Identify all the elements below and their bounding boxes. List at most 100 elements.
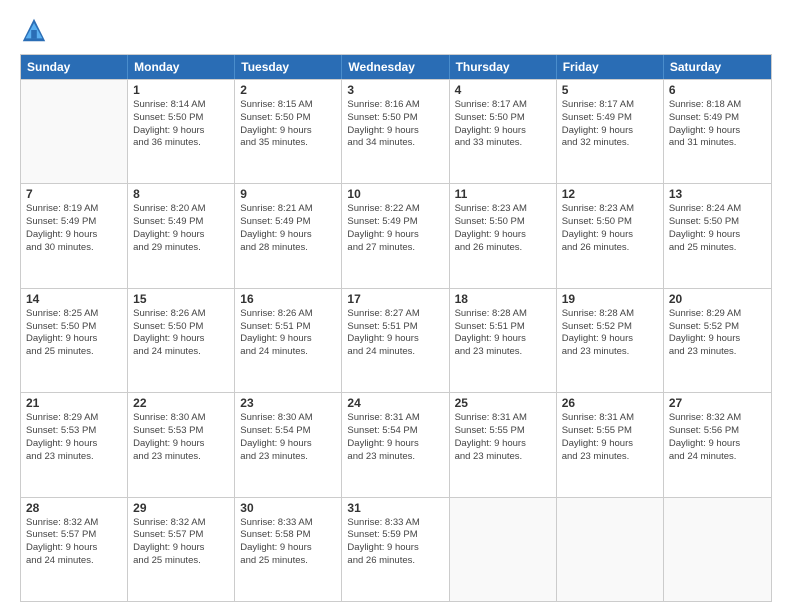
- day-info: Sunrise: 8:31 AMSunset: 5:55 PMDaylight:…: [455, 412, 551, 463]
- cal-cell-day-14: 14Sunrise: 8:25 AMSunset: 5:50 PMDayligh…: [21, 289, 128, 392]
- day-info: Sunrise: 8:17 AMSunset: 5:50 PMDaylight:…: [455, 99, 551, 150]
- cal-header-friday: Friday: [557, 55, 664, 79]
- day-number: 29: [133, 501, 229, 515]
- cal-cell-day-19: 19 Sunrise: 8:28 AMSunset: 5:52 PMDayligh…: [557, 289, 664, 392]
- day-number: 9: [240, 187, 336, 201]
- cal-cell-day-16: 16 Sunrise: 8:26 AMSunset: 5:51 PMDayligh…: [235, 289, 342, 392]
- day-info: Sunrise: 8:32 AMSunset: 5:57 PMDaylight:…: [26, 517, 122, 568]
- cal-cell-day-5: 5Sunrise: 8:17 AMSunset: 5:49 PMDaylight…: [557, 80, 664, 183]
- day-info: Sunrise: 8:31 AMSunset: 5:54 PMDaylight:…: [347, 412, 443, 463]
- cal-cell-day-26: 26 Sunrise: 8:31 AMSunset: 5:55 PMDayligh…: [557, 393, 664, 496]
- day-info: Sunrise: 8:21 AMSunset: 5:49 PMDaylight:…: [240, 203, 336, 254]
- day-info: Sunrise: 8:30 AMSunset: 5:54 PMDaylight:…: [240, 412, 336, 463]
- day-info: Sunrise: 8:23 AMSunset: 5:50 PMDaylight:…: [562, 203, 658, 254]
- cal-cell-day-4: 4 Sunrise: 8:17 AMSunset: 5:50 PMDaylight…: [450, 80, 557, 183]
- day-number: 30: [240, 501, 336, 515]
- day-number: 20: [669, 292, 766, 306]
- day-number: 1: [133, 83, 229, 97]
- day-info: Sunrise: 8:33 AMSunset: 5:58 PMDaylight:…: [240, 517, 336, 568]
- cal-cell-day-9: 9 Sunrise: 8:21 AMSunset: 5:49 PMDaylight…: [235, 184, 342, 287]
- cal-cell-empty: [664, 498, 771, 601]
- cal-week-4: 28 Sunrise: 8:32 AMSunset: 5:57 PMDayligh…: [21, 497, 771, 601]
- cal-cell-day-30: 30 Sunrise: 8:33 AMSunset: 5:58 PMDayligh…: [235, 498, 342, 601]
- cal-cell-day-3: 3 Sunrise: 8:16 AMSunset: 5:50 PMDaylight…: [342, 80, 449, 183]
- page: SundayMondayTuesdayWednesdayThursdayFrid…: [0, 0, 792, 612]
- day-info: Sunrise: 8:31 AMSunset: 5:55 PMDaylight:…: [562, 412, 658, 463]
- day-number: 19: [562, 292, 658, 306]
- cal-header-thursday: Thursday: [450, 55, 557, 79]
- cal-week-3: 21 Sunrise: 8:29 AMSunset: 5:53 PMDayligh…: [21, 392, 771, 496]
- day-number: 31: [347, 501, 443, 515]
- cal-cell-day-17: 17 Sunrise: 8:27 AMSunset: 5:51 PMDayligh…: [342, 289, 449, 392]
- cal-cell-day-24: 24 Sunrise: 8:31 AMSunset: 5:54 PMDayligh…: [342, 393, 449, 496]
- cal-week-1: 7 Sunrise: 8:19 AMSunset: 5:49 PMDaylight…: [21, 183, 771, 287]
- cal-cell-day-29: 29 Sunrise: 8:32 AMSunset: 5:57 PMDayligh…: [128, 498, 235, 601]
- cal-cell-day-6: 6 Sunrise: 8:18 AMSunset: 5:49 PMDaylight…: [664, 80, 771, 183]
- day-number: 17: [347, 292, 443, 306]
- day-info: Sunrise: 8:27 AMSunset: 5:51 PMDaylight:…: [347, 308, 443, 359]
- day-info: Sunrise: 8:28 AMSunset: 5:52 PMDaylight:…: [562, 308, 658, 359]
- day-number: 15: [133, 292, 229, 306]
- cal-week-0: 1 Sunrise: 8:14 AMSunset: 5:50 PMDaylight…: [21, 79, 771, 183]
- cal-header-saturday: Saturday: [664, 55, 771, 79]
- cal-cell-day-12: 12 Sunrise: 8:23 AMSunset: 5:50 PMDayligh…: [557, 184, 664, 287]
- calendar-header-row: SundayMondayTuesdayWednesdayThursdayFrid…: [21, 55, 771, 79]
- day-number: 28: [26, 501, 122, 515]
- day-info: Sunrise: 8:19 AMSunset: 5:49 PMDaylight:…: [26, 203, 122, 254]
- day-info: Sunrise: 8:16 AMSunset: 5:50 PMDaylight:…: [347, 99, 443, 150]
- day-info: Sunrise: 8:22 AMSunset: 5:49 PMDaylight:…: [347, 203, 443, 254]
- day-number: 12: [562, 187, 658, 201]
- header: [20, 16, 772, 44]
- cal-cell-empty: [21, 80, 128, 183]
- cal-cell-day-22: 22 Sunrise: 8:30 AMSunset: 5:53 PMDayligh…: [128, 393, 235, 496]
- cal-cell-day-27: 27Sunrise: 8:32 AMSunset: 5:56 PMDayligh…: [664, 393, 771, 496]
- day-info: Sunrise: 8:17 AMSunset: 5:49 PMDaylight:…: [562, 99, 658, 150]
- day-number: 3: [347, 83, 443, 97]
- day-number: 16: [240, 292, 336, 306]
- day-info: Sunrise: 8:33 AMSunset: 5:59 PMDaylight:…: [347, 517, 443, 568]
- day-info: Sunrise: 8:29 AMSunset: 5:52 PMDaylight:…: [669, 308, 766, 359]
- day-info: Sunrise: 8:18 AMSunset: 5:49 PMDaylight:…: [669, 99, 766, 150]
- day-number: 10: [347, 187, 443, 201]
- day-number: 23: [240, 396, 336, 410]
- cal-cell-day-13: 13 Sunrise: 8:24 AMSunset: 5:50 PMDayligh…: [664, 184, 771, 287]
- calendar: SundayMondayTuesdayWednesdayThursdayFrid…: [20, 54, 772, 602]
- day-info: Sunrise: 8:24 AMSunset: 5:50 PMDaylight:…: [669, 203, 766, 254]
- cal-header-sunday: Sunday: [21, 55, 128, 79]
- cal-header-tuesday: Tuesday: [235, 55, 342, 79]
- cal-cell-day-18: 18Sunrise: 8:28 AMSunset: 5:51 PMDayligh…: [450, 289, 557, 392]
- day-info: Sunrise: 8:32 AMSunset: 5:57 PMDaylight:…: [133, 517, 229, 568]
- day-info: Sunrise: 8:20 AMSunset: 5:49 PMDaylight:…: [133, 203, 229, 254]
- cal-cell-day-31: 31 Sunrise: 8:33 AMSunset: 5:59 PMDayligh…: [342, 498, 449, 601]
- day-number: 22: [133, 396, 229, 410]
- day-number: 8: [133, 187, 229, 201]
- day-number: 6: [669, 83, 766, 97]
- cal-cell-empty: [557, 498, 664, 601]
- cal-cell-day-2: 2Sunrise: 8:15 AMSunset: 5:50 PMDaylight…: [235, 80, 342, 183]
- day-number: 13: [669, 187, 766, 201]
- day-number: 7: [26, 187, 122, 201]
- day-info: Sunrise: 8:30 AMSunset: 5:53 PMDaylight:…: [133, 412, 229, 463]
- cal-cell-day-15: 15Sunrise: 8:26 AMSunset: 5:50 PMDayligh…: [128, 289, 235, 392]
- day-number: 21: [26, 396, 122, 410]
- cal-cell-day-21: 21 Sunrise: 8:29 AMSunset: 5:53 PMDayligh…: [21, 393, 128, 496]
- cal-header-wednesday: Wednesday: [342, 55, 449, 79]
- cal-cell-day-23: 23 Sunrise: 8:30 AMSunset: 5:54 PMDayligh…: [235, 393, 342, 496]
- day-info: Sunrise: 8:25 AMSunset: 5:50 PMDaylight:…: [26, 308, 122, 359]
- cal-cell-day-10: 10 Sunrise: 8:22 AMSunset: 5:49 PMDayligh…: [342, 184, 449, 287]
- day-number: 4: [455, 83, 551, 97]
- cal-cell-day-25: 25 Sunrise: 8:31 AMSunset: 5:55 PMDayligh…: [450, 393, 557, 496]
- cal-cell-day-11: 11Sunrise: 8:23 AMSunset: 5:50 PMDayligh…: [450, 184, 557, 287]
- calendar-body: 1 Sunrise: 8:14 AMSunset: 5:50 PMDaylight…: [21, 79, 771, 601]
- day-number: 26: [562, 396, 658, 410]
- cal-cell-day-20: 20 Sunrise: 8:29 AMSunset: 5:52 PMDayligh…: [664, 289, 771, 392]
- cal-week-2: 14Sunrise: 8:25 AMSunset: 5:50 PMDayligh…: [21, 288, 771, 392]
- logo: [20, 16, 50, 44]
- day-info: Sunrise: 8:29 AMSunset: 5:53 PMDaylight:…: [26, 412, 122, 463]
- day-number: 25: [455, 396, 551, 410]
- day-info: Sunrise: 8:26 AMSunset: 5:51 PMDaylight:…: [240, 308, 336, 359]
- day-number: 27: [669, 396, 766, 410]
- day-number: 24: [347, 396, 443, 410]
- cal-cell-day-8: 8 Sunrise: 8:20 AMSunset: 5:49 PMDaylight…: [128, 184, 235, 287]
- day-info: Sunrise: 8:14 AMSunset: 5:50 PMDaylight:…: [133, 99, 229, 150]
